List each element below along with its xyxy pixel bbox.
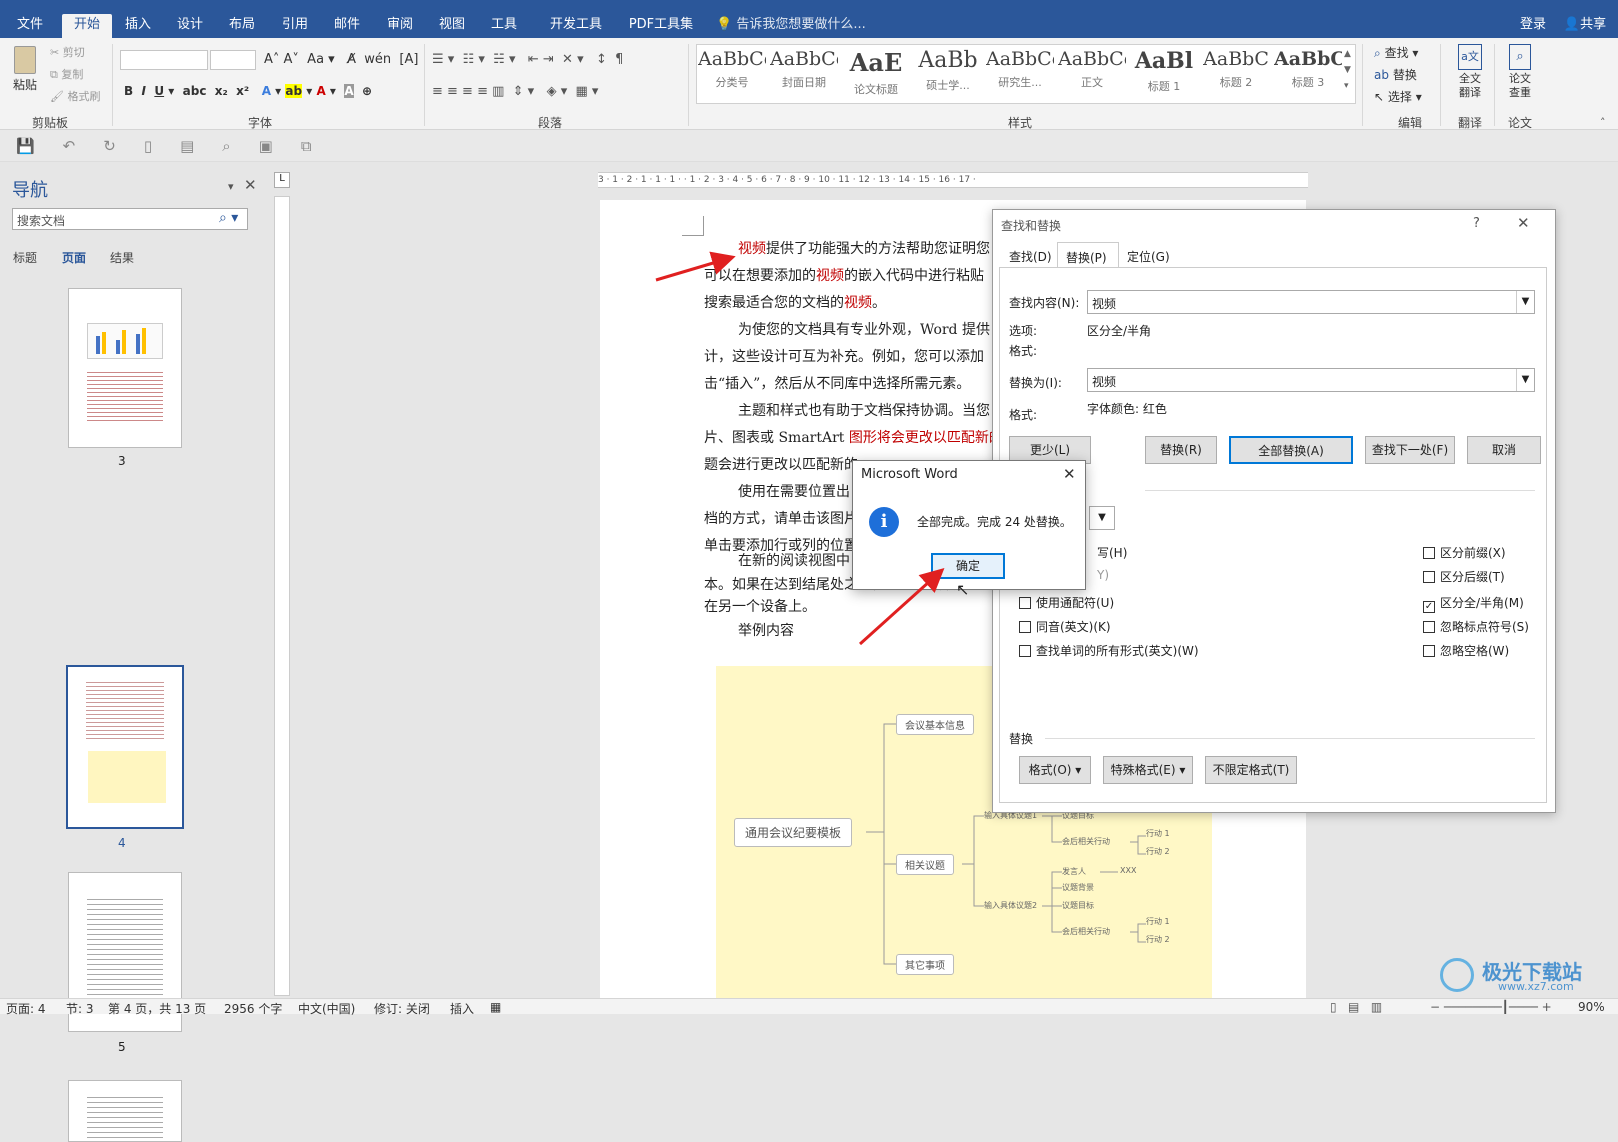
arrow-to-word (655, 251, 736, 282)
status-bar: 页面: 4 节: 3 第 4 页，共 13 页 2956 个字 中文(中国) 修… (0, 998, 1618, 1017)
status-page[interactable]: 页面: 4 (6, 1000, 46, 1017)
status-section[interactable]: 节: 3 (66, 1000, 94, 1017)
view-buttons[interactable]: ▯ ▤ ▥ (1330, 1000, 1382, 1014)
status-zoom[interactable]: 90% (1578, 1000, 1605, 1014)
arrow-to-ok (858, 567, 945, 646)
mouse-cursor-icon: ↖ (956, 580, 970, 599)
watermark: 极光下载站 www.xz7.com (1440, 956, 1610, 996)
status-insert[interactable]: 插入 (450, 1000, 474, 1017)
status-lang[interactable]: 中文(中国) (298, 1000, 355, 1017)
annotation-arrows (655, 251, 945, 646)
page-number: 5 (118, 1040, 126, 1054)
watermark-url: www.xz7.com (1498, 980, 1574, 993)
status-pageof[interactable]: 第 4 页，共 13 页 (108, 1000, 206, 1017)
thumb-text (87, 1093, 163, 1139)
status-track[interactable]: 修订: 关闭 (374, 1000, 430, 1017)
zoom-slider[interactable]: − ────────┃──── + (1430, 1000, 1552, 1014)
macro-icon[interactable]: ▦ (490, 1000, 501, 1014)
watermark-logo (1440, 958, 1474, 992)
status-words[interactable]: 2956 个字 (224, 1000, 282, 1017)
page-thumbnail[interactable] (68, 1080, 182, 1142)
